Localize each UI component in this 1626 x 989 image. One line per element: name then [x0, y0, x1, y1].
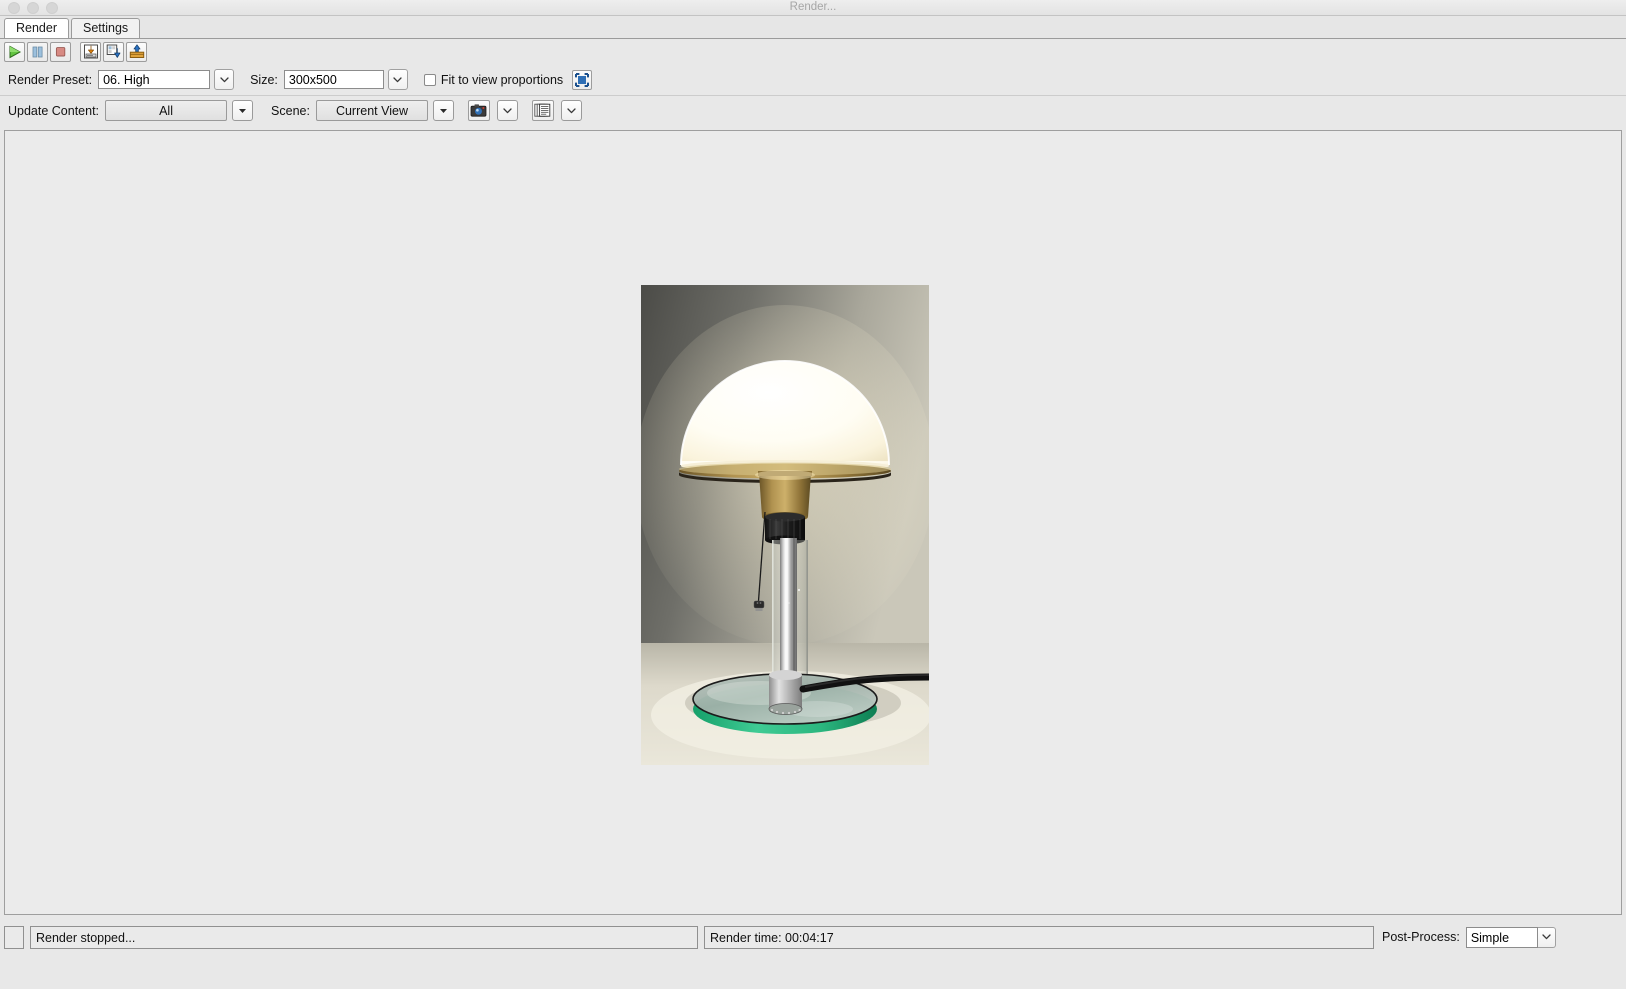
scene-select[interactable]: Current View [315, 100, 428, 121]
tab-render[interactable]: Render [4, 18, 69, 38]
chevron-down-icon [503, 107, 512, 113]
render-time: Render time: 00:04:17 [704, 925, 1374, 949]
render-preset-label: Render Preset: [8, 72, 93, 87]
window-bottom-edge [0, 980, 1626, 989]
size-label: Size: [250, 72, 278, 87]
chevron-down-icon [567, 107, 576, 113]
render-preset-input[interactable]: 06. High [98, 70, 211, 89]
save-image-button[interactable] [80, 41, 101, 62]
status-row: Render stopped... Render time: 00:04:17 … [4, 925, 1622, 949]
stop-icon [55, 46, 66, 56]
tab-settings[interactable]: Settings [71, 18, 141, 38]
camera-dropdown[interactable] [496, 100, 518, 121]
fit-to-view-label: Fit to view proportions [440, 72, 564, 87]
scene-settings-row: Update Content: All Scene: Current View [0, 95, 1626, 125]
export-button[interactable] [126, 41, 147, 62]
tab-strip: Render Settings [0, 16, 1626, 38]
chevron-down-icon [393, 76, 403, 82]
triangle-down-icon [239, 109, 247, 113]
chevron-down-icon [219, 76, 229, 82]
render-start-button[interactable] [4, 41, 25, 62]
size-input[interactable]: 300x500 [283, 70, 384, 89]
status-indicator [4, 925, 24, 949]
layers-dropdown[interactable] [560, 100, 582, 121]
render-pause-button[interactable] [27, 41, 48, 62]
window-controls [8, 1, 58, 14]
close-dot[interactable] [8, 1, 20, 14]
update-content-select[interactable]: All [105, 100, 228, 121]
render-settings-row: Render Preset: 06. High Size: 300x500 Fi… [0, 64, 1626, 95]
scene-label: Scene: [271, 103, 310, 118]
save-image-icon [83, 44, 98, 59]
fit-to-view-checkbox[interactable] [423, 73, 436, 86]
export-box-icon [129, 44, 144, 58]
post-process-label: Post-Process: [1382, 930, 1460, 944]
render-toolbar [0, 38, 1626, 64]
zoom-dot[interactable] [46, 1, 58, 14]
camera-icon [471, 104, 487, 117]
render-canvas[interactable] [4, 130, 1622, 915]
scene-dropdown[interactable] [432, 100, 454, 121]
minimize-dot[interactable] [27, 1, 39, 14]
status-message: Render stopped... [30, 925, 698, 949]
fit-region-button[interactable] [572, 69, 593, 90]
camera-button[interactable] [467, 100, 490, 121]
post-process-dropdown[interactable] [1537, 926, 1556, 948]
rendered-lamp-image [641, 285, 929, 765]
save-channels-icon [106, 44, 120, 58]
render-preset-dropdown[interactable] [214, 69, 235, 90]
size-dropdown[interactable] [387, 69, 408, 90]
layers-button[interactable] [531, 100, 554, 121]
save-channels-button[interactable] [103, 41, 124, 62]
lamp-render-svg [641, 285, 929, 765]
play-icon [9, 45, 22, 58]
status-bar: Render stopped... Render time: 00:04:17 … [0, 922, 1626, 989]
layers-icon [534, 103, 551, 117]
pause-icon [32, 46, 43, 57]
window-title: Render... [789, 1, 837, 13]
window-title-bar: Render... [0, 0, 1626, 16]
triangle-down-icon [439, 109, 447, 113]
post-process-input[interactable]: Simple [1465, 926, 1538, 948]
update-content-dropdown[interactable] [232, 100, 254, 121]
fit-region-icon [575, 72, 590, 87]
chevron-down-icon [1542, 934, 1551, 940]
update-content-label: Update Content: [8, 103, 100, 118]
render-stop-button[interactable] [50, 41, 71, 62]
